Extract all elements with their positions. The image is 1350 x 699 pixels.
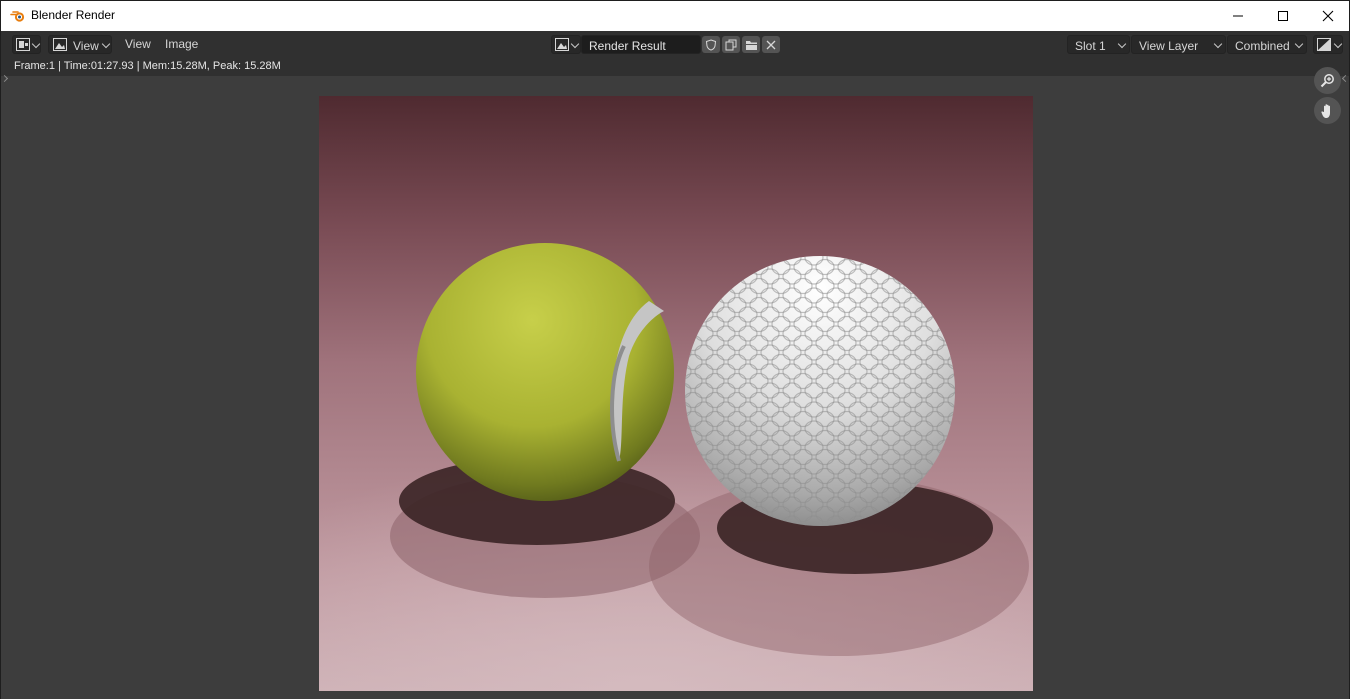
- zoom-view-button[interactable]: [1314, 67, 1341, 94]
- zoom-icon: [1320, 74, 1334, 88]
- editor-type-dropdown[interactable]: [12, 35, 41, 54]
- hand-icon: [1321, 103, 1330, 118]
- image-browse-dropdown[interactable]: [551, 35, 581, 54]
- slot-dropdown[interactable]: Slot 1: [1067, 35, 1130, 54]
- open-image-button[interactable]: [742, 36, 760, 53]
- window-titlebar: Blender Render: [0, 0, 1350, 31]
- close-icon: [1322, 10, 1334, 22]
- duplicate-icon: [725, 39, 737, 50]
- sidebar-expand-arrow[interactable]: [1341, 74, 1350, 83]
- pan-view-button[interactable]: [1314, 97, 1341, 124]
- render-stats-text: Frame:1 | Time:01:27.93 | Mem:15.28M, Pe…: [14, 60, 281, 72]
- new-image-button[interactable]: [722, 36, 740, 53]
- render-pass-dropdown[interactable]: Combined: [1227, 35, 1307, 54]
- view-layer-dropdown[interactable]: View Layer: [1131, 35, 1226, 54]
- minimize-icon: [1233, 15, 1243, 17]
- image-viewport[interactable]: [0, 67, 1350, 699]
- image-editor-icon: [16, 38, 30, 51]
- render-result-image: [319, 96, 1033, 691]
- maximize-button[interactable]: [1260, 1, 1306, 31]
- toolbar-expand-arrow[interactable]: [0, 74, 9, 83]
- unlink-image-button[interactable]: [762, 36, 780, 53]
- window-title: Blender Render: [31, 8, 116, 22]
- render-scene: [319, 96, 1033, 691]
- image-browse-icon: [555, 38, 569, 51]
- slot-label: Slot 1: [1075, 39, 1106, 53]
- view-mode-dropdown[interactable]: View: [48, 35, 112, 54]
- image-name-label: Render Result: [589, 39, 666, 53]
- shield-icon: [705, 38, 717, 51]
- maximize-icon: [1278, 11, 1288, 21]
- fake-user-button[interactable]: [702, 36, 720, 53]
- image-name-field[interactable]: Render Result: [581, 35, 701, 54]
- image-editor-header: View View Image Render Result Slot 1 Vie…: [0, 31, 1350, 58]
- close-icon: [766, 40, 776, 49]
- view-mode-label: View: [73, 39, 99, 53]
- menu-view[interactable]: View: [125, 37, 151, 51]
- close-button[interactable]: [1305, 1, 1350, 31]
- view-layer-label: View Layer: [1139, 39, 1199, 53]
- display-channels-icon: [1317, 38, 1331, 51]
- folder-icon: [745, 40, 757, 50]
- render-info-bar: Frame:1 | Time:01:27.93 | Mem:15.28M, Pe…: [0, 58, 1350, 76]
- display-channels-dropdown[interactable]: [1313, 35, 1343, 54]
- blender-logo-icon: [10, 11, 25, 22]
- menu-image[interactable]: Image: [165, 37, 198, 51]
- image-view-icon: [53, 38, 67, 51]
- render-pass-label: Combined: [1235, 39, 1290, 53]
- minimize-button[interactable]: [1215, 1, 1261, 31]
